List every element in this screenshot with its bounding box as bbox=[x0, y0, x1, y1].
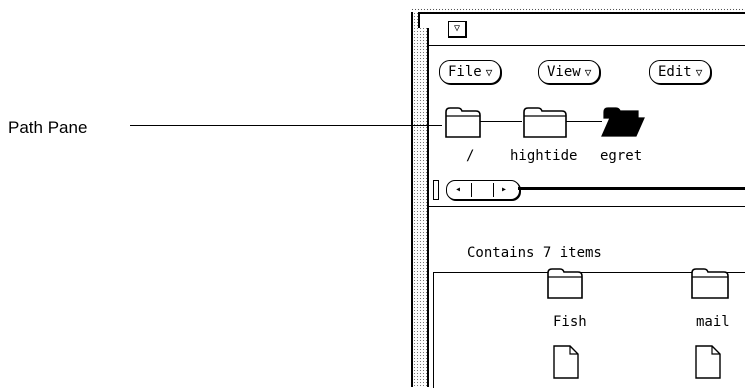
path-connector bbox=[566, 121, 602, 122]
scroll-left-button[interactable]: ◂ bbox=[447, 183, 472, 197]
folder-icon[interactable] bbox=[444, 104, 482, 140]
scroll-drag-area[interactable] bbox=[471, 183, 494, 197]
file-menu-button[interactable]: File ▽ bbox=[439, 60, 502, 84]
horizontal-scrollbar-elevator[interactable]: ◂ ▸ bbox=[446, 180, 520, 200]
folder-icon[interactable] bbox=[522, 104, 568, 140]
path-item-hightide-label[interactable]: hightide bbox=[510, 148, 577, 164]
folder-icon[interactable] bbox=[690, 265, 730, 301]
view-menu-button[interactable]: View ▽ bbox=[538, 60, 601, 84]
arrow-left-icon: ◂ bbox=[455, 184, 462, 195]
window-menu-button[interactable]: ▽ bbox=[448, 21, 467, 38]
path-connector bbox=[480, 121, 522, 122]
window-inner-edge bbox=[427, 12, 429, 387]
file-menu-label: File bbox=[448, 64, 482, 80]
chevron-down-icon: ▽ bbox=[485, 66, 493, 79]
window-outer-edge bbox=[411, 12, 413, 387]
item-count-status: Contains 7 items bbox=[467, 245, 602, 261]
window-resize-border[interactable] bbox=[413, 12, 427, 387]
header-separator bbox=[429, 45, 745, 46]
file-item-label[interactable]: Fish bbox=[553, 314, 587, 330]
view-menu-label: View bbox=[547, 64, 581, 80]
scrollbar-track[interactable] bbox=[518, 187, 745, 190]
path-pane-callout-label: Path Pane bbox=[8, 118, 88, 137]
chevron-down-icon: ▽ bbox=[584, 66, 592, 79]
path-item-root-label[interactable]: / bbox=[466, 148, 474, 164]
scroll-right-button[interactable]: ▸ bbox=[493, 183, 517, 197]
open-folder-icon[interactable] bbox=[600, 104, 646, 140]
arrow-right-icon: ▸ bbox=[501, 184, 508, 195]
callout-leader-line bbox=[130, 125, 442, 126]
file-item-label[interactable]: mail bbox=[696, 314, 730, 330]
document-icon[interactable] bbox=[553, 345, 579, 379]
scrollbar-cable-anchor[interactable] bbox=[433, 180, 439, 200]
document-icon[interactable] bbox=[695, 345, 721, 379]
window-header-top-line bbox=[427, 12, 745, 14]
path-item-egret-label[interactable]: egret bbox=[600, 148, 642, 164]
edit-menu-label: Edit bbox=[658, 64, 692, 80]
window-resize-corner[interactable] bbox=[418, 12, 431, 28]
chevron-down-icon: ▽ bbox=[695, 66, 703, 79]
folder-icon[interactable] bbox=[546, 265, 584, 301]
edit-menu-button[interactable]: Edit ▽ bbox=[649, 60, 712, 84]
pane-separator bbox=[429, 206, 745, 207]
